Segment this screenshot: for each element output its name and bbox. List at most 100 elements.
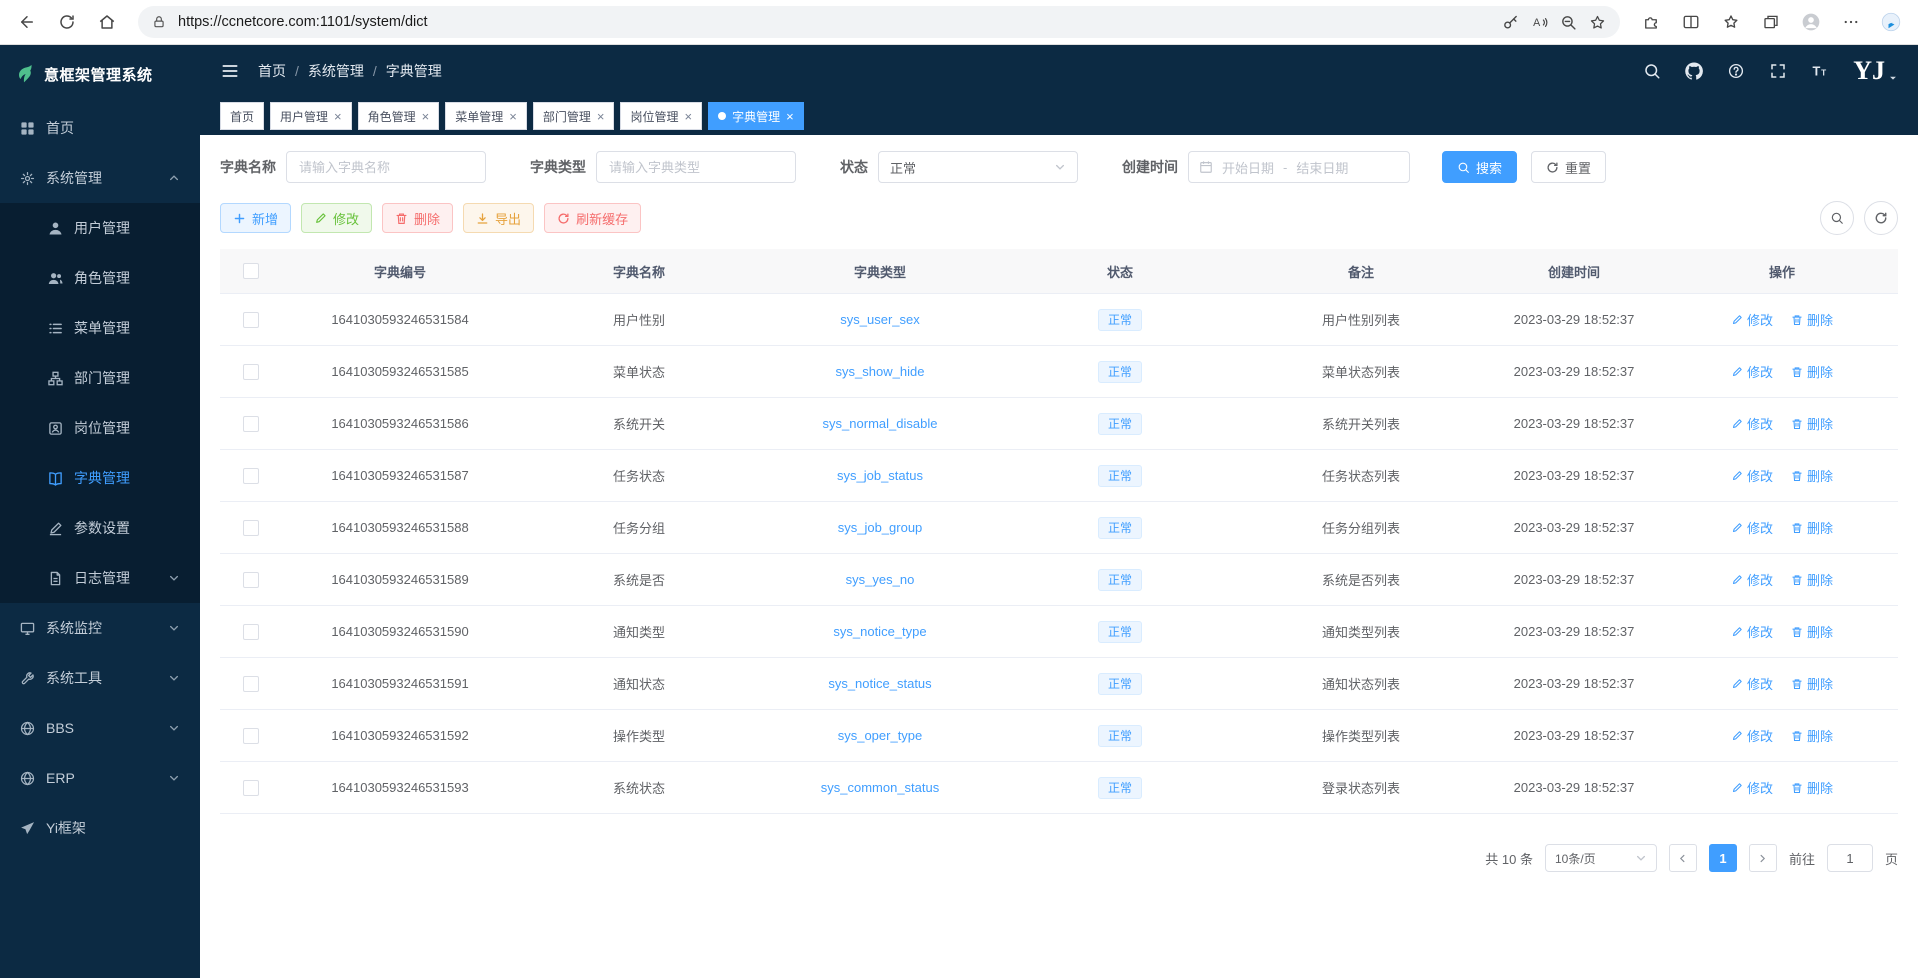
row-edit-button[interactable]: 修改 (1731, 674, 1773, 693)
sidebar-item-10[interactable]: 系统监控 (0, 603, 200, 653)
dict-type-link[interactable]: sys_job_status (837, 468, 923, 483)
dict-type-link[interactable]: sys_user_sex (840, 312, 919, 327)
row-checkbox[interactable] (243, 520, 259, 536)
sidebar-item-11[interactable]: 系统工具 (0, 653, 200, 703)
add-button[interactable]: 新增 (220, 203, 291, 233)
row-checkbox[interactable] (243, 416, 259, 432)
read-aloud-icon[interactable]: A (1531, 14, 1548, 31)
refresh-table-button[interactable] (1864, 201, 1898, 235)
goto-page-input[interactable] (1827, 844, 1873, 872)
close-icon[interactable]: × (597, 110, 605, 123)
dict-type-link[interactable]: sys_common_status (821, 780, 940, 795)
row-delete-button[interactable]: 删除 (1791, 674, 1833, 693)
dict-type-input[interactable] (596, 151, 796, 183)
tab-2[interactable]: 角色管理× (358, 102, 440, 130)
close-icon[interactable]: × (422, 110, 430, 123)
dict-type-link[interactable]: sys_notice_status (828, 676, 931, 691)
row-delete-button[interactable]: 删除 (1791, 622, 1833, 641)
row-checkbox[interactable] (243, 624, 259, 640)
dict-type-link[interactable]: sys_notice_type (833, 624, 926, 639)
row-edit-button[interactable]: 修改 (1731, 518, 1773, 537)
sidebar-item-3[interactable]: 角色管理 (0, 253, 200, 303)
fullscreen-icon[interactable] (1769, 62, 1787, 80)
dict-type-link[interactable]: sys_job_group (838, 520, 923, 535)
row-delete-button[interactable]: 删除 (1791, 778, 1833, 797)
select-all-checkbox[interactable] (243, 263, 259, 279)
row-edit-button[interactable]: 修改 (1731, 778, 1773, 797)
tab-1[interactable]: 用户管理× (270, 102, 352, 130)
add-favorite-icon[interactable] (1589, 14, 1606, 31)
dict-type-link[interactable]: sys_show_hide (836, 364, 925, 379)
row-edit-button[interactable]: 修改 (1731, 310, 1773, 329)
bing-button[interactable] (1872, 5, 1910, 39)
row-delete-button[interactable]: 删除 (1791, 362, 1833, 381)
breadcrumb-item[interactable]: 字典管理 (386, 61, 442, 81)
sidebar-item-1[interactable]: 系统管理 (0, 153, 200, 203)
close-icon[interactable]: × (684, 110, 692, 123)
row-edit-button[interactable]: 修改 (1731, 622, 1773, 641)
row-delete-button[interactable]: 删除 (1791, 518, 1833, 537)
next-page-button[interactable] (1749, 844, 1777, 872)
font-size-icon[interactable]: TT (1811, 62, 1829, 80)
row-checkbox[interactable] (243, 676, 259, 692)
reset-button[interactable]: 重置 (1531, 151, 1606, 183)
reload-button[interactable] (48, 5, 86, 39)
collections-button[interactable] (1752, 5, 1790, 39)
dict-name-input[interactable] (286, 151, 486, 183)
tab-5[interactable]: 岗位管理× (620, 102, 702, 130)
tab-4[interactable]: 部门管理× (533, 102, 615, 130)
close-icon[interactable]: × (509, 110, 517, 123)
split-screen-button[interactable] (1672, 5, 1710, 39)
sidebar-item-4[interactable]: 菜单管理 (0, 303, 200, 353)
sidebar-item-14[interactable]: Yi框架 (0, 803, 200, 853)
profile-button[interactable] (1792, 5, 1830, 39)
github-icon[interactable] (1685, 62, 1703, 80)
extensions-button[interactable] (1632, 5, 1670, 39)
back-button[interactable] (8, 5, 46, 39)
breadcrumb-item[interactable]: 首页 (258, 61, 286, 81)
delete-button[interactable]: 删除 (382, 203, 453, 233)
edit-button[interactable]: 修改 (301, 203, 372, 233)
password-key-icon[interactable] (1502, 14, 1519, 31)
tab-6[interactable]: 字典管理× (708, 102, 804, 130)
sidebar-item-12[interactable]: BBS (0, 703, 200, 753)
help-icon[interactable] (1727, 62, 1745, 80)
tab-3[interactable]: 菜单管理× (445, 102, 527, 130)
user-logo[interactable]: YJ (1853, 58, 1898, 84)
refresh-cache-button[interactable]: 刷新缓存 (544, 203, 641, 233)
row-delete-button[interactable]: 删除 (1791, 414, 1833, 433)
row-checkbox[interactable] (243, 364, 259, 380)
row-checkbox[interactable] (243, 572, 259, 588)
row-edit-button[interactable]: 修改 (1731, 414, 1773, 433)
toggle-search-button[interactable] (1820, 201, 1854, 235)
date-range-picker[interactable]: 开始日期 - 结束日期 (1188, 151, 1410, 183)
more-button[interactable] (1832, 5, 1870, 39)
sidebar-item-9[interactable]: 日志管理 (0, 553, 200, 603)
row-delete-button[interactable]: 删除 (1791, 310, 1833, 329)
dict-type-link[interactable]: sys_oper_type (838, 728, 923, 743)
row-checkbox[interactable] (243, 468, 259, 484)
row-delete-button[interactable]: 删除 (1791, 570, 1833, 589)
row-edit-button[interactable]: 修改 (1731, 362, 1773, 381)
export-button[interactable]: 导出 (463, 203, 534, 233)
collapse-sidebar-icon[interactable] (220, 61, 240, 81)
row-delete-button[interactable]: 删除 (1791, 726, 1833, 745)
sidebar-item-6[interactable]: 岗位管理 (0, 403, 200, 453)
favorites-button[interactable] (1712, 5, 1750, 39)
zoom-icon[interactable] (1560, 14, 1577, 31)
row-delete-button[interactable]: 删除 (1791, 466, 1833, 485)
row-edit-button[interactable]: 修改 (1731, 570, 1773, 589)
close-icon[interactable]: × (786, 110, 794, 123)
sidebar-item-13[interactable]: ERP (0, 753, 200, 803)
row-checkbox[interactable] (243, 312, 259, 328)
row-checkbox[interactable] (243, 780, 259, 796)
search-icon[interactable] (1643, 62, 1661, 80)
dict-type-link[interactable]: sys_normal_disable (823, 416, 938, 431)
sidebar-item-2[interactable]: 用户管理 (0, 203, 200, 253)
sidebar-item-0[interactable]: 首页 (0, 103, 200, 153)
sidebar-item-8[interactable]: 参数设置 (0, 503, 200, 553)
search-button[interactable]: 搜索 (1442, 151, 1517, 183)
breadcrumb-item[interactable]: 系统管理 (308, 61, 364, 81)
sidebar-item-7[interactable]: 字典管理 (0, 453, 200, 503)
prev-page-button[interactable] (1669, 844, 1697, 872)
